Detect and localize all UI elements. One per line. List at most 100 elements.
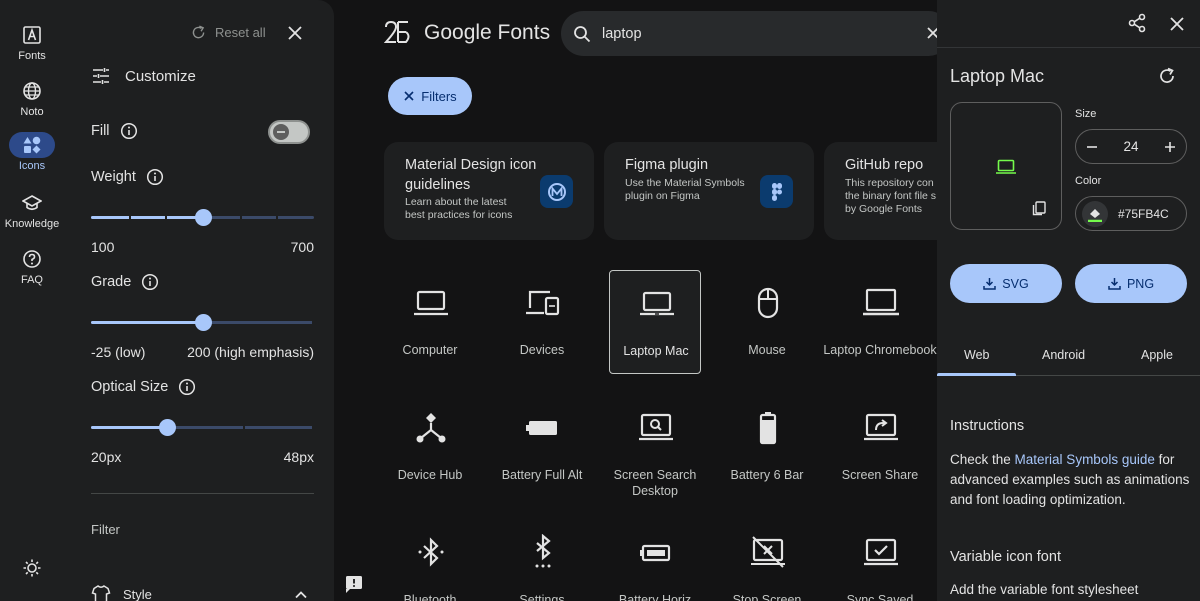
optical-size-slider[interactable] (91, 419, 314, 436)
icon-label: Laptop Mac (623, 344, 689, 358)
weight-slider-thumb[interactable] (194, 209, 212, 226)
share-icon[interactable] (1127, 13, 1147, 33)
tab-web[interactable]: Web (964, 348, 989, 362)
icon-tile-screen-search-desktop[interactable]: Screen Search Desktop (609, 395, 701, 499)
filters-button[interactable]: Filters (388, 77, 472, 115)
card-description: Use the Material Symbols plugin on Figma (625, 177, 745, 202)
plus-icon[interactable] (1164, 141, 1176, 153)
customize-title: Customize (125, 67, 196, 85)
info-icon[interactable] (178, 378, 196, 396)
icon-label: Devices (519, 343, 565, 357)
download-png-button[interactable]: PNG (1075, 264, 1187, 303)
search-bar[interactable] (561, 11, 951, 56)
icon-tile-screen-share[interactable]: Screen Share (834, 395, 926, 499)
download-svg-button[interactable]: SVG (950, 264, 1062, 303)
rail-item-fonts[interactable]: Fonts (0, 22, 64, 62)
battery-6-bar-icon (759, 412, 777, 445)
size-label: Size (1075, 108, 1097, 120)
rail-item-knowledge[interactable]: Knowledge (0, 190, 64, 230)
shirt-icon (91, 585, 111, 601)
icon-tile-settings[interactable]: Settings (496, 520, 588, 601)
minus-icon[interactable] (1086, 141, 1098, 153)
rail-item-icons[interactable]: Icons (0, 132, 64, 172)
icon-tile-mouse[interactable]: Mouse (721, 270, 813, 374)
guidelines-card[interactable]: Material Design icon guidelines Learn ab… (384, 142, 594, 240)
download-icon (983, 278, 997, 290)
grade-slider-thumb[interactable] (194, 314, 212, 331)
platform-tabs: Web Android Apple (937, 336, 1200, 376)
icon-tile-devices[interactable]: Devices (496, 270, 588, 374)
icon-tile-battery-horiz[interactable]: Battery Horiz (609, 520, 701, 601)
icon-label: Mouse (748, 343, 786, 357)
stop-screen-icon (751, 536, 785, 568)
icon-tile-laptop-chromebook[interactable]: Laptop Chromebook (823, 270, 937, 374)
tab-apple[interactable]: Apple (1141, 348, 1173, 362)
instructions-pre: Check the (950, 452, 1015, 467)
material-symbols-guide-link[interactable]: Material Symbols guide (1015, 452, 1155, 467)
grade-label: Grade (91, 274, 132, 290)
close-icon[interactable] (284, 22, 306, 44)
icon-tile-bluetooth[interactable]: Bluetooth (384, 520, 476, 601)
brand-logo[interactable]: Google Fonts (384, 20, 550, 46)
info-icon[interactable] (120, 122, 138, 140)
icon-tile-battery-6-bar[interactable]: Battery 6 Bar (721, 395, 813, 499)
icon-label: Sync Saved (846, 593, 914, 601)
svg-label: SVG (1002, 276, 1029, 291)
app-root: Fonts Noto Icons Knowledge FAQ Reset all… (0, 0, 1200, 601)
card-title: Material Design icon guidelines (405, 157, 537, 193)
theme-toggle-button[interactable] (0, 555, 64, 581)
grade-slider[interactable] (91, 314, 314, 331)
close-icon (404, 91, 414, 101)
icon-preview (950, 102, 1062, 230)
search-input[interactable] (602, 25, 922, 42)
optical-size-min: 20px (91, 449, 122, 465)
info-icon[interactable] (146, 168, 164, 186)
icon-tile-device-hub[interactable]: Device Hub (384, 395, 476, 499)
school-icon (9, 190, 55, 216)
icon-tile-laptop-mac[interactable]: Laptop Mac (609, 270, 701, 374)
icon-tile-battery-full-alt[interactable]: Battery Full Alt (496, 395, 588, 499)
customize-panel: Reset all Customize Fill Weight 100 700 … (64, 0, 334, 601)
style-section-toggle[interactable]: Style (91, 584, 152, 601)
optical-size-row: Optical Size (91, 378, 196, 396)
optical-size-slider-thumb[interactable] (158, 419, 176, 436)
material-design-logo-icon (540, 175, 573, 208)
size-value[interactable]: 24 (1123, 139, 1138, 154)
battery-full-alt-icon (526, 421, 557, 435)
icon-tile-sync-saved[interactable]: Sync Saved (834, 520, 926, 601)
figma-plugin-card[interactable]: Figma plugin Use the Material Symbols pl… (604, 142, 814, 240)
rail-item-noto[interactable]: Noto (0, 78, 64, 118)
color-picker[interactable]: #75FB4C (1075, 196, 1187, 231)
icon-tile-stop-screen[interactable]: Stop Screen (721, 520, 813, 601)
grade-max: 200 (high emphasis) (187, 344, 314, 360)
device-hub-icon (416, 413, 446, 443)
tab-android[interactable]: Android (1042, 348, 1085, 362)
active-tab-indicator (937, 373, 1016, 376)
png-label: PNG (1126, 276, 1155, 291)
rail-label: Noto (20, 106, 44, 118)
chevron-up-icon[interactable] (292, 586, 310, 601)
github-repo-card[interactable]: GitHub repo This repository con the bina… (824, 142, 937, 240)
battery-horiz-icon (640, 544, 671, 562)
weight-label: Weight (91, 169, 136, 185)
rail-label: Icons (18, 160, 46, 172)
fonts-icon (9, 22, 55, 48)
fill-toggle[interactable] (268, 120, 310, 144)
refresh-icon (192, 25, 205, 39)
optical-size-range: 20px 48px (91, 449, 314, 465)
reset-all-button[interactable]: Reset all (190, 24, 266, 41)
weight-slider[interactable] (91, 209, 314, 226)
color-label: Color (1075, 175, 1102, 187)
close-icon[interactable] (1167, 14, 1187, 34)
laptop-chromebook-icon (863, 288, 899, 316)
icon-tile-computer[interactable]: Computer (384, 270, 476, 374)
instructions-text: Check the Material Symbols guide for adv… (950, 450, 1190, 510)
info-icon[interactable] (141, 273, 159, 291)
feedback-icon[interactable] (344, 574, 364, 594)
color-value: #75FB4C (1118, 206, 1169, 221)
icon-label: Screen Share (841, 468, 919, 482)
copy-icon[interactable] (1031, 200, 1047, 216)
refresh-icon[interactable] (1157, 66, 1177, 86)
filters-label: Filters (421, 88, 457, 104)
rail-item-faq[interactable]: FAQ (0, 246, 64, 286)
